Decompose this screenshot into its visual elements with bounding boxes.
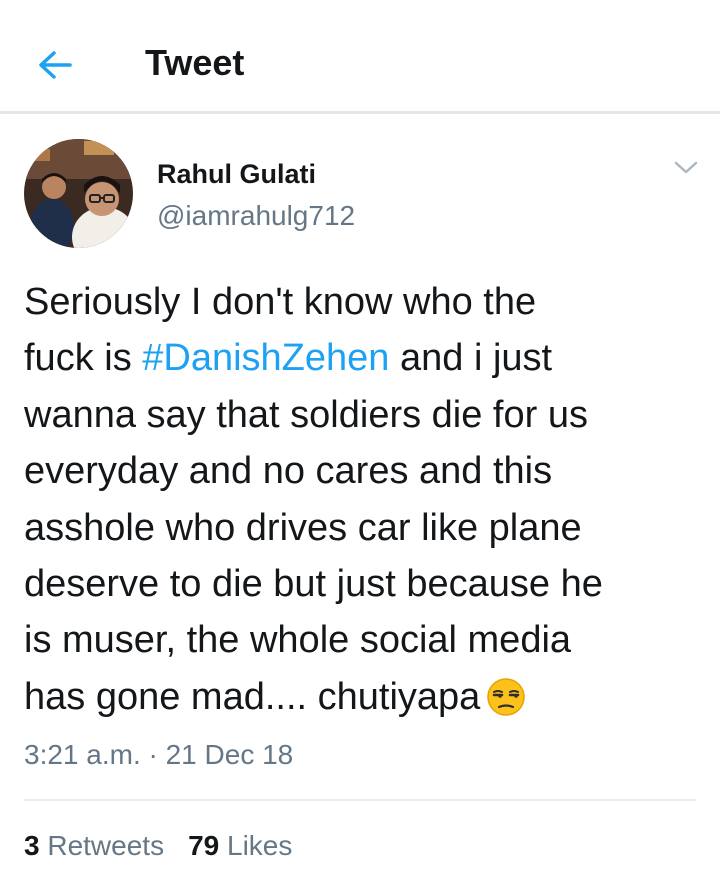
avatar-photo [24,139,133,248]
tweet-detail-page: Tweet Rahul Gulati @iamrahulg712 Serious… [0,0,720,884]
tweet-text-segment: has gone mad.... chutiyapa [24,675,481,718]
divider [24,799,696,801]
tweet-text-segment: and i just [389,337,553,380]
retweets-count: 3 [24,830,40,861]
likes-stat[interactable]: 79 Likes [188,826,292,866]
author-handle[interactable]: @iamrahulg712 [157,196,355,236]
likes-count: 79 [188,830,220,861]
tweet-line: fuck is #DanishZehen and i just [24,330,714,386]
tweet-text-segment: fuck is [24,337,143,380]
likes-label: Likes [227,830,293,861]
hashtag-link[interactable]: #DanishZehen [142,337,389,379]
tweet-menu-button[interactable] [668,152,704,184]
tweet-line: Seriously I don't know who the [24,281,537,323]
tweet-line: is muser, the whole social media [24,619,572,662]
tweet-line: everyday and no cares and this [24,450,553,493]
tweet-text: Seriously I don't know who the fuck is #… [24,274,714,733]
tweet-line: wanna say that soldiers die for us [24,393,588,436]
back-button[interactable] [30,40,80,90]
chevron-down-icon [674,161,698,174]
page-title: Tweet [145,42,245,83]
tweet-line: has gone mad.... chutiyapa [24,669,714,733]
tweet-stats: 3 Retweets 79 Likes [24,826,292,866]
author-name[interactable]: Rahul Gulati [157,156,316,192]
unamused-face-emoji [486,677,526,733]
retweets-stat[interactable]: 3 Retweets [24,826,164,866]
tweet-line: asshole who drives car like plane [24,506,582,549]
top-app-bar: Tweet [0,0,720,114]
retweets-label: Retweets [47,830,165,861]
arrow-left-icon [39,51,72,79]
tweet-line: deserve to die but just because he [24,563,603,606]
avatar[interactable] [24,139,133,248]
tweet-timestamp: 3:21 a.m. · 21 Dec 18 [24,739,294,770]
